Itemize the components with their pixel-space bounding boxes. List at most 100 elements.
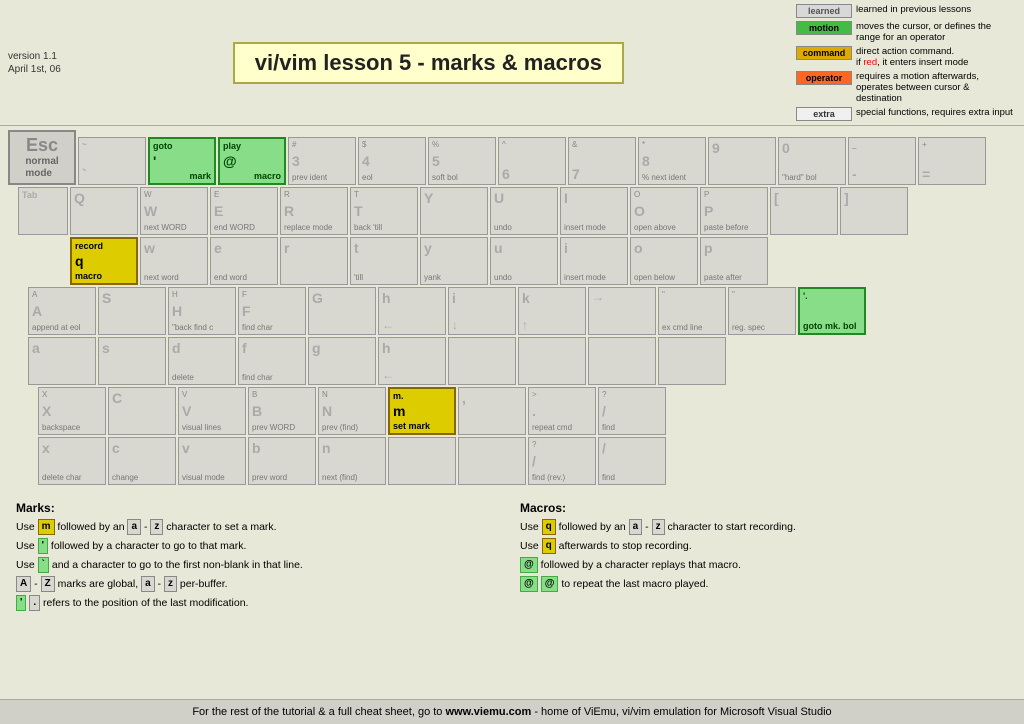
legend-operator: operator requires a motion afterwards, o… xyxy=(796,71,1016,104)
key-semicolon: " ex cmd line xyxy=(658,287,726,335)
key-period: > . repeat cmd xyxy=(528,387,596,435)
header: version 1.1 April 1st, 06 vi/vim lesson … xyxy=(0,0,1024,126)
page-title: vi/vim lesson 5 - marks & macros xyxy=(233,42,624,84)
key-blank4 xyxy=(658,337,726,385)
key-h2: h ← xyxy=(378,337,446,385)
macros-title: Macros: xyxy=(520,501,1008,515)
key-3: # 3 prev ident xyxy=(288,137,356,185)
key-equals: + = xyxy=(918,137,986,185)
footer-text2: - home of ViEmu, vi/vim emulation for Mi… xyxy=(531,706,831,718)
key-k: k ↑ xyxy=(518,287,586,335)
legend: learned learned in previous lessons moti… xyxy=(796,4,1016,121)
key-o2: o open below xyxy=(630,237,698,285)
legend-extra-desc: special functions, requires extra input xyxy=(856,107,1013,118)
key-e2: e end word xyxy=(210,237,278,285)
key-z-blank1 xyxy=(388,437,456,485)
macros-line2: Use q afterwards to stop recording. xyxy=(520,538,1008,554)
key-r2: r xyxy=(280,237,348,285)
legend-learned-desc: learned in previous lessons xyxy=(856,4,971,15)
key-e: E E end WORD xyxy=(210,187,278,235)
marks-line1: Use m followed by an a - z character to … xyxy=(16,519,504,535)
mark-m-badge: m xyxy=(38,519,55,535)
macros-line4: @ @ to repeat the last macro played. xyxy=(520,576,1008,592)
marks-line5: ' . refers to the position of the last m… xyxy=(16,595,504,611)
key-c: C xyxy=(108,387,176,435)
key-t: T T back 'till xyxy=(350,187,418,235)
key-slash-rev: ? / find (rev.) xyxy=(528,437,596,485)
key-7: & 7 xyxy=(568,137,636,185)
badge-motion: motion xyxy=(796,21,852,35)
esc-sub: normalmode xyxy=(25,156,58,180)
badge-extra: extra xyxy=(796,107,852,121)
key-goto-mark: goto ' mark xyxy=(148,137,216,185)
key-a2: a xyxy=(28,337,96,385)
key-p2: p paste after xyxy=(700,237,768,285)
esc-label: Esc xyxy=(26,135,58,157)
key-l: → xyxy=(588,287,656,335)
key-find2: / find xyxy=(598,437,666,485)
key-b: B B prev WORD xyxy=(248,387,316,435)
bottom-content: Marks: Use m followed by an a - z charac… xyxy=(0,495,1024,620)
key-rbracket: ] xyxy=(840,187,908,235)
key-play-macro: play @ macro xyxy=(218,137,286,185)
marks-line2: Use ' followed by a character to go to t… xyxy=(16,538,504,554)
key-record-macro: record q macro xyxy=(70,237,138,285)
key-4: $ 4 eol xyxy=(358,137,426,185)
key-6: ^ 6 xyxy=(498,137,566,185)
legend-operator-desc: requires a motion afterwards, operates b… xyxy=(856,71,1016,104)
key-p: P P paste before xyxy=(700,187,768,235)
key-y: Y xyxy=(420,187,488,235)
key-c2: c change xyxy=(108,437,176,485)
legend-motion: motion moves the cursor, or defines the … xyxy=(796,21,1016,43)
key-tab: Tab xyxy=(18,187,68,235)
key-q: Q xyxy=(70,187,138,235)
key-5: % 5 soft bol xyxy=(428,137,496,185)
marks-title: Marks: xyxy=(16,501,504,515)
key-tilde: ~ ` xyxy=(78,137,146,185)
key-d: H H "back find c xyxy=(168,287,236,335)
marks-section: Marks: Use m followed by an a - z charac… xyxy=(8,499,512,616)
key-lbracket: [ xyxy=(770,187,838,235)
key-r: R R replace mode xyxy=(280,187,348,235)
version-info: version 1.1 April 1st, 06 xyxy=(8,50,61,76)
key-x2: x delete char xyxy=(38,437,106,485)
key-j: i ↓ xyxy=(448,287,516,335)
keyboard-section: Esc normalmode ~ ` goto ' mark play @ ma… xyxy=(0,126,1024,491)
footer-url[interactable]: www.viemu.com xyxy=(445,706,531,718)
legend-learned: learned learned in previous lessons xyxy=(796,4,1016,18)
key-b2: b prev word xyxy=(248,437,316,485)
date-text: April 1st, 06 xyxy=(8,63,61,76)
key-u2: u undo xyxy=(490,237,558,285)
key-i: I insert mode xyxy=(560,187,628,235)
legend-motion-desc: moves the cursor, or defines the range f… xyxy=(856,21,1016,43)
key-8: * 8 % next ident xyxy=(638,137,706,185)
key-f2: f find char xyxy=(238,337,306,385)
macros-line3: @ followed by a character replays that m… xyxy=(520,557,1008,573)
badge-learned: learned xyxy=(796,4,852,18)
key-esc: Esc normalmode xyxy=(8,130,76,185)
key-n2: n next (find) xyxy=(318,437,386,485)
macros-line1: Use q followed by an a - z character to … xyxy=(520,519,1008,535)
key-comma: , xyxy=(458,387,526,435)
key-goto-mkbol: '. goto mk. bol xyxy=(798,287,866,335)
key-s: S xyxy=(98,287,166,335)
key-i2: i insert mode xyxy=(560,237,628,285)
key-o: O O open above xyxy=(630,187,698,235)
key-s2: s xyxy=(98,337,166,385)
key-n: N N prev (find) xyxy=(318,387,386,435)
key-v2: v visual mode xyxy=(178,437,246,485)
key-g2: g xyxy=(308,337,376,385)
footer: For the rest of the tutorial & a full ch… xyxy=(0,699,1024,724)
main-container: version 1.1 April 1st, 06 vi/vim lesson … xyxy=(0,0,1024,724)
key-blank3 xyxy=(588,337,656,385)
key-9: 9 xyxy=(708,137,776,185)
key-w: W W next WORD xyxy=(140,187,208,235)
key-y2: y yank xyxy=(420,237,488,285)
key-g: G xyxy=(308,287,376,335)
key-0: 0 "hard" bol xyxy=(778,137,846,185)
key-h: h ← xyxy=(378,287,446,335)
key-w2: w next word xyxy=(140,237,208,285)
key-x: X X backspace xyxy=(38,387,106,435)
key-blank2 xyxy=(518,337,586,385)
key-a: A A append at eol xyxy=(28,287,96,335)
